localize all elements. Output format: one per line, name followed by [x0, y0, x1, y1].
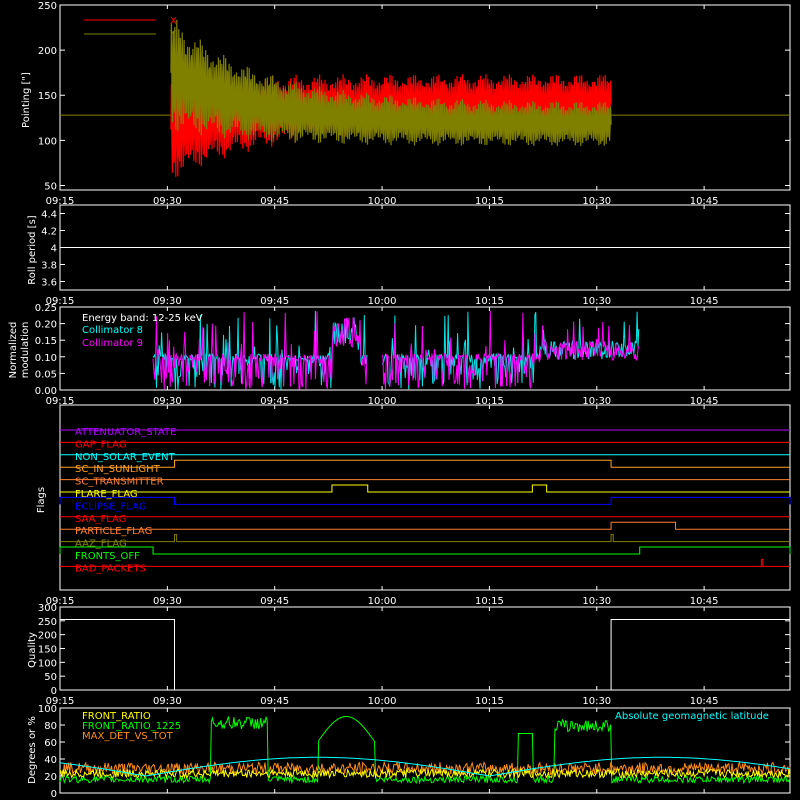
flag-label: SC_TRANSMITTER [75, 477, 164, 488]
time-tick-label: 10:00 [368, 196, 397, 207]
y-tick-label: 0.15 [35, 336, 57, 347]
time-tick-label: 09:45 [260, 196, 289, 207]
time-tick-label: 10:30 [582, 696, 611, 707]
energy-band-label: Energy band: 12-25 keV [82, 313, 203, 324]
time-tick-label: 10:00 [368, 396, 397, 407]
flag-label: PARTICLE_FLAG [75, 526, 152, 537]
flag-label: ECLIPSE_FLAG [75, 501, 146, 512]
y-tick-label: 40 [44, 755, 57, 766]
time-tick-label: 09:45 [260, 396, 289, 407]
y-tick-label: 150 [38, 91, 57, 102]
y-tick-label: 20 [44, 772, 57, 783]
y-tick-label: 250 [38, 1, 57, 12]
y-tick-label: 0 [51, 789, 57, 800]
y-tick-label: 200 [38, 46, 57, 57]
flag-label: FLARE_FLAG [75, 489, 138, 500]
flag-label: ATTENUATOR_STATE [75, 427, 176, 438]
flag-label: SAA_FLAG [75, 514, 126, 525]
ratios-ylabel: Degrees or % [27, 716, 38, 784]
flag-label: FRONTS_OFF [75, 551, 140, 562]
legend-max-det-vs-tot: MAX_DET_VS_TOT [82, 731, 174, 742]
y-tick-label: 100 [38, 136, 57, 147]
y-tick-label: 4.4 [41, 210, 57, 221]
time-tick-label: 10:15 [475, 396, 504, 407]
time-tick-label: 09:15 [46, 396, 75, 407]
time-tick-label: 10:30 [582, 296, 611, 307]
roll-ylabel: Roll period [s] [27, 215, 38, 284]
time-tick-label: 10:45 [690, 196, 719, 207]
y-tick-label: 250 [38, 617, 57, 628]
flag-label: SC_IN_SUNLIGHT [75, 464, 161, 475]
y-tick-label: 0.20 [35, 320, 57, 331]
time-tick-label: 09:30 [153, 296, 182, 307]
time-tick-label: 10:30 [582, 196, 611, 207]
time-tick-label: 09:30 [153, 696, 182, 707]
time-tick-label: 10:00 [368, 296, 397, 307]
y-tick-label: 200 [38, 631, 57, 642]
y-tick-label: 50 [44, 672, 57, 683]
y-tick-label: 4.2 [41, 227, 57, 238]
legend-y-label: Y [169, 29, 177, 40]
time-tick-label: 10:45 [690, 596, 719, 607]
y-tick-label: 0.10 [35, 353, 57, 364]
time-tick-label: 10:15 [475, 196, 504, 207]
flag-label: NON_SOLAR_EVENT [75, 452, 176, 463]
y-tick-label: 3.8 [41, 261, 57, 272]
time-tick-label: 09:30 [153, 396, 182, 407]
time-tick-label: 10:30 [582, 396, 611, 407]
time-tick-label: 09:45 [260, 596, 289, 607]
y-tick-label: 150 [38, 645, 57, 656]
y-tick-label: 4 [51, 244, 57, 255]
time-tick-label: 09:15 [46, 196, 75, 207]
modulation-ylabel-line2: modulation [20, 322, 31, 379]
time-tick-label: 10:00 [368, 696, 397, 707]
y-tick-label: 0.05 [35, 369, 57, 380]
time-tick-label: 10:45 [690, 696, 719, 707]
time-tick-label: 09:30 [153, 196, 182, 207]
y-tick-label: 50 [44, 181, 57, 192]
flag-label: GAP_FLAG [75, 439, 127, 450]
legend-geomagnetic-latitude: Absolute geomagnetic latitude [615, 711, 769, 722]
time-tick-label: 09:45 [260, 696, 289, 707]
legend-collimator-9: Collimator 9 [82, 338, 143, 349]
time-tick-label: 10:15 [475, 296, 504, 307]
flag-label: BAD_PACKETS [75, 563, 146, 574]
rhessi-quicklook-chart: 50100150200250 Pointing ["] X Y 3.63.844… [0, 0, 800, 800]
time-tick-label: 10:45 [690, 396, 719, 407]
time-tick-label: 10:45 [690, 296, 719, 307]
time-tick-label: 09:45 [260, 296, 289, 307]
flag-label: AAZ_FLAG [75, 539, 127, 550]
y-tick-label: 100 [38, 658, 57, 669]
y-tick-label: 3.6 [41, 278, 57, 289]
y-tick-label: 80 [44, 721, 57, 732]
time-tick-label: 10:15 [475, 596, 504, 607]
modulation-ylabel-line1: Normalized [8, 322, 19, 379]
time-tick-label: 09:15 [46, 596, 75, 607]
y-tick-label: 60 [44, 738, 57, 749]
time-tick-label: 09:15 [46, 296, 75, 307]
legend-x-label: X [170, 16, 177, 27]
time-tick-label: 09:15 [46, 696, 75, 707]
flags-ylabel: Flags [36, 487, 47, 513]
time-tick-label: 09:30 [153, 596, 182, 607]
time-tick-label: 10:30 [582, 596, 611, 607]
quality-ylabel: Quality [27, 632, 38, 668]
pointing-ylabel: Pointing ["] [21, 72, 32, 128]
time-tick-label: 10:00 [368, 596, 397, 607]
time-tick-label: 10:15 [475, 696, 504, 707]
legend-collimator-8: Collimator 8 [82, 325, 143, 336]
